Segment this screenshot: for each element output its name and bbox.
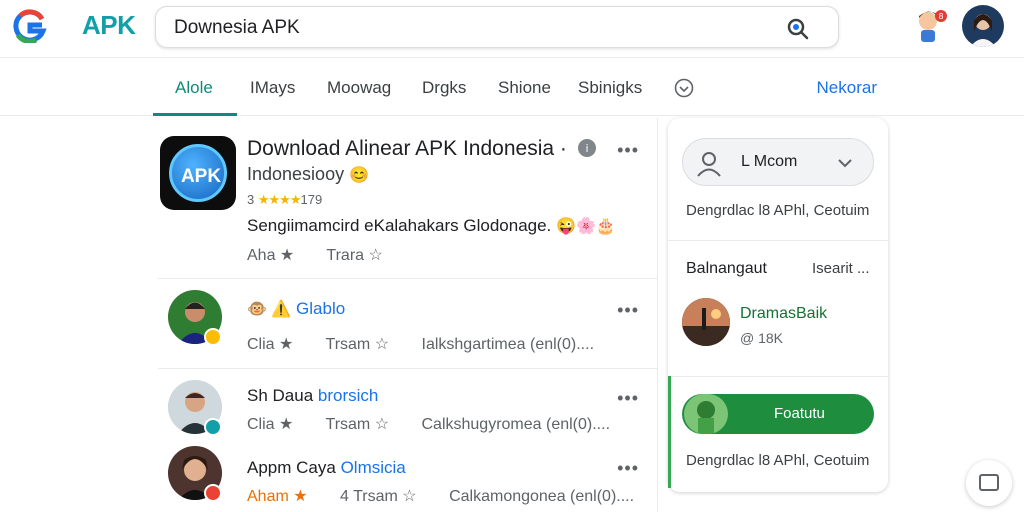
featured-rating: 3 ★★★★179 xyxy=(247,192,322,208)
row-title-text[interactable]: Appm Caya xyxy=(247,458,336,477)
active-tab-indicator xyxy=(153,113,237,116)
more-options-icon[interactable]: ••• xyxy=(617,458,639,479)
divider xyxy=(158,278,658,279)
tab-moowag[interactable]: Moowag xyxy=(327,78,391,98)
featured-subtitle: Indonesiooy xyxy=(247,164,345,184)
row-action-comments[interactable]: Calkshugyromea (enl(0).... xyxy=(422,416,611,433)
row-action-comments[interactable]: Ialkshgartimea (enl(0).... xyxy=(422,336,595,353)
featured-description: Sengiimamcird eKalahakars Glodonage. xyxy=(247,216,552,235)
brand-logo[interactable]: APK xyxy=(82,10,136,41)
featured-app-icon[interactable]: APK xyxy=(160,136,236,210)
row-title[interactable]: Appm Caya Olmsicia xyxy=(247,458,406,478)
row-action-share[interactable]: Trsam ☆ xyxy=(326,336,390,353)
more-options-icon[interactable]: ••• xyxy=(617,388,639,409)
emoji-stickers-icon: 😜🌸🎂 xyxy=(556,218,616,235)
emoji-icon: 🐵 ⚠️ xyxy=(247,301,292,318)
status-badge xyxy=(204,328,222,346)
featured-description-row: Sengiimamcird eKalahakars Glodonage. 😜🌸🎂 xyxy=(247,216,616,236)
featured-title[interactable]: Download Alinear APK Indonesia · xyxy=(247,137,567,160)
install-button-label: Foatutu xyxy=(774,405,825,422)
app-mascot-icon xyxy=(684,394,728,434)
sidebar-info-line: Dengrdlac l8 APhl, Ceotuim xyxy=(686,202,870,219)
tab-alole[interactable]: Alole xyxy=(175,78,213,98)
chevron-down-icon[interactable] xyxy=(837,155,853,171)
app-logo-icon[interactable] xyxy=(12,9,48,43)
row-action-comments[interactable]: Calkamongonea (enl(0).... xyxy=(449,488,634,505)
rating-prefix: 3 xyxy=(247,192,255,207)
install-button[interactable]: Foatutu xyxy=(682,394,874,434)
user-avatar[interactable] xyxy=(962,5,1004,47)
window-toggle-button[interactable] xyxy=(966,460,1012,506)
featured-icon-text: APK xyxy=(180,166,222,187)
window-icon xyxy=(979,474,999,491)
row-title[interactable]: Sh Daua brorsich xyxy=(247,386,378,406)
sidebar-section-title: Balnangaut xyxy=(686,260,767,277)
row-action-like[interactable]: Clia ★ xyxy=(247,416,293,433)
divider xyxy=(668,240,888,241)
rating-count: 179 xyxy=(300,192,323,207)
featured-actions: Aha ★ Trara ☆ xyxy=(247,245,411,265)
row-actions: Clia ★ Trsam ☆ Ialkshgartimea (enl(0)...… xyxy=(247,334,622,354)
help-icon[interactable] xyxy=(674,78,694,98)
row-title-highlight[interactable]: Glablo xyxy=(296,299,345,318)
sidebar-card: L Mcom Dengrdlac l8 APhl, Ceotuim Balnan… xyxy=(668,118,888,492)
more-options-icon[interactable]: ••• xyxy=(617,140,639,161)
tab-imays[interactable]: IMays xyxy=(250,78,295,98)
rating-stars: ★★★★ xyxy=(257,192,302,207)
sidebar-section-more-link[interactable]: Isearit ... xyxy=(812,260,870,277)
sidebar-item-title[interactable]: DramasBaik xyxy=(740,305,827,323)
row-title-highlight[interactable]: Olmsicia xyxy=(341,458,406,477)
top-bar: APK 8 xyxy=(0,0,1024,58)
info-icon[interactable]: i xyxy=(577,138,597,158)
row-action-like[interactable]: Aham ★ xyxy=(247,488,308,505)
kid-avatar-icon[interactable]: 8 xyxy=(912,6,948,44)
sidebar-item-thumbnail[interactable] xyxy=(682,298,730,346)
search-icon[interactable] xyxy=(786,17,810,41)
status-badge xyxy=(204,484,222,502)
profile-selector[interactable]: L Mcom xyxy=(682,138,874,186)
sidebar-item-meta: @ 18K xyxy=(740,330,784,346)
svg-text:8: 8 xyxy=(938,12,943,21)
divider xyxy=(158,368,658,369)
featured-action-share[interactable]: Trara ☆ xyxy=(326,247,382,264)
row-title-text[interactable]: Sh Daua xyxy=(247,386,313,405)
featured-subtitle-row: Indonesiooy 😊 xyxy=(247,164,369,185)
featured-title-row[interactable]: Download Alinear APK Indonesia · i xyxy=(247,137,597,161)
featured-action-like[interactable]: Aha ★ xyxy=(247,247,294,264)
tab-shione[interactable]: Shione xyxy=(498,78,551,98)
search-input[interactable] xyxy=(174,16,754,40)
landscape-photo-icon xyxy=(682,298,730,346)
tab-drgks[interactable]: Drgks xyxy=(422,78,466,98)
smile-emoji-icon: 😊 xyxy=(349,167,370,184)
person-icon xyxy=(697,152,721,177)
profile-name: L Mcom xyxy=(741,153,798,170)
row-action-like[interactable]: Clia ★ xyxy=(247,336,293,353)
divider xyxy=(668,376,888,377)
tab-bar: Alole IMays Moowag Drgks Shione Sbinigks… xyxy=(0,59,1024,116)
user-avatar-icon xyxy=(962,5,1004,47)
search-bar[interactable] xyxy=(155,6,839,48)
row-actions: Aham ★ 4 Trsam ☆ Calkamongonea (enl(0)..… xyxy=(247,486,662,506)
verified-badge xyxy=(204,418,222,436)
tab-nekorar-link[interactable]: Nekorar xyxy=(817,78,877,98)
row-title[interactable]: 🐵 ⚠️ Glablo xyxy=(247,299,345,319)
sidebar-footer-line: Dengrdlac l8 APhl, Ceotuim xyxy=(686,452,870,469)
selection-indicator xyxy=(668,376,671,488)
row-actions: Clia ★ Trsam ☆ Calkshugyromea (enl(0)...… xyxy=(247,414,638,434)
svg-text:i: i xyxy=(585,142,588,155)
row-title-highlight[interactable]: brorsich xyxy=(318,386,378,405)
row-action-share[interactable]: Trsam ☆ xyxy=(326,416,390,433)
row-action-share[interactable]: 4 Trsam ☆ xyxy=(340,488,417,505)
tab-sbinigks[interactable]: Sbinigks xyxy=(578,78,642,98)
more-options-icon[interactable]: ••• xyxy=(617,300,639,321)
results-list: APK Download Alinear APK Indonesia · i •… xyxy=(158,118,658,512)
